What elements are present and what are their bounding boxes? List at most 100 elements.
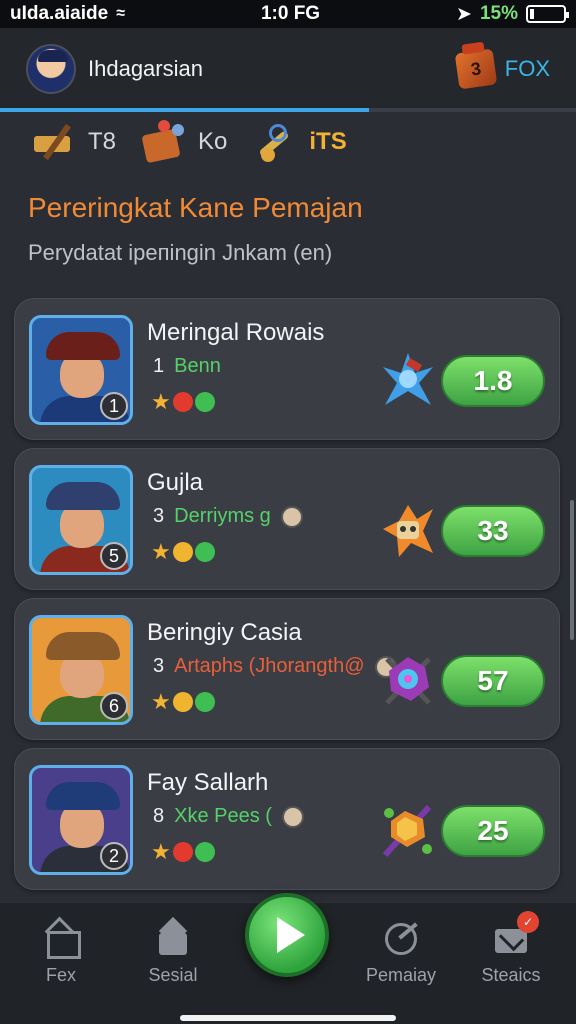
battery-icon — [526, 5, 569, 23]
nav-label: Fex — [45, 965, 76, 985]
player-portrait[interactable]: 2 — [29, 765, 133, 875]
player-stat-text: Artaphs (Jhorangth@ — [174, 655, 365, 677]
gem-row: ★ — [151, 541, 215, 563]
status-bar: uIda.aiaide ≈ 1:0 FG ➤ 15% — [0, 0, 576, 28]
player-stat-line: 3 Derriyms g — [153, 505, 303, 528]
clock-text: 1:0 FG — [260, 3, 321, 24]
player-name: Fay Sallarh — [147, 769, 269, 796]
player-stat-line: 8 Xke Pees ( — [153, 805, 304, 828]
page-subtitle: Perydatat ipeпingin Jnkam (en) — [28, 240, 333, 265]
leaderboard-card[interactable]: 6 Beringiy Casia 3 Artaphs (Jhorangth@ ★ 57 — [14, 598, 560, 740]
tools-icon — [251, 120, 295, 164]
currency-label: FOX — [504, 56, 550, 81]
nav-item-fex[interactable]: Fex — [6, 921, 116, 986]
star-icon: ★ — [151, 689, 171, 714]
emblem-icon — [280, 505, 303, 528]
gem-row: ★ — [151, 691, 215, 713]
loot-box-icon[interactable]: 3 — [454, 48, 498, 90]
player-stat-number: 8 — [153, 805, 165, 827]
star-icon: ★ — [151, 539, 171, 564]
emblem-icon — [281, 805, 304, 828]
nav-item-sesial[interactable]: Sesial — [118, 921, 228, 986]
portrait-hat — [46, 332, 120, 360]
target-icon — [383, 921, 419, 955]
gift-icon — [140, 120, 184, 164]
xp-progress-bar — [0, 108, 576, 112]
player-stat-text: Xke Pees ( — [174, 805, 272, 827]
page-title: Pereringkat Kane Pemajan — [28, 192, 363, 223]
xp-progress-fill — [0, 108, 369, 112]
nav-item-steaics[interactable]: ✓ Steaics — [456, 911, 566, 986]
star-icon: ★ — [151, 839, 171, 864]
gem-green-icon — [194, 842, 215, 862]
score-button[interactable]: 1.8 — [441, 355, 545, 407]
player-portrait[interactable]: 6 — [29, 615, 133, 725]
resource-hammer[interactable]: T8 — [30, 120, 116, 164]
star-icon: ★ — [151, 389, 171, 414]
nav-label: Steaics — [481, 965, 541, 985]
notification-badge: ✓ — [517, 911, 539, 933]
player-stat-line: 3 Artaphs (Jhorangth@ — [153, 655, 397, 678]
mail-icon: ✓ — [493, 911, 539, 955]
rank-badge: 5 — [100, 542, 128, 570]
leaderboard-card[interactable]: 5 Gujla 3 Derriyms g ★ 33 — [14, 448, 560, 590]
carrier-text: uIda.aiaide — [10, 3, 109, 24]
app-header: Ihdagarsian 3 FOX — [0, 28, 576, 110]
leaderboard-card[interactable]: 2 Fay Sallarh 8 Xke Pees (★ 25 — [14, 748, 560, 890]
gem-row: ★ — [151, 841, 215, 863]
portrait-hat — [46, 632, 120, 660]
portrait-hat — [46, 782, 120, 810]
score-button[interactable]: 33 — [441, 505, 545, 557]
gem-green-icon — [194, 692, 215, 712]
weapon-icon — [381, 651, 435, 709]
player-stat-number: 1 — [153, 355, 165, 377]
player-stat-number: 3 — [153, 505, 165, 527]
home-indicator — [180, 1015, 396, 1021]
player-portrait[interactable]: 5 — [29, 465, 133, 575]
hammer-icon — [30, 120, 74, 164]
resource-value: iTS — [309, 128, 347, 155]
gem-gold-icon — [172, 542, 193, 562]
location-icon: ➤ — [456, 3, 472, 25]
house-icon — [155, 921, 191, 955]
gem-red-icon — [172, 392, 193, 412]
resource-tools[interactable]: iTS — [251, 120, 347, 164]
player-stat-number: 3 — [153, 655, 165, 677]
username: Ihdagarsian — [88, 56, 203, 81]
player-name: Meringal Rowais — [147, 319, 325, 346]
player-stat-line: 1 Benn — [153, 355, 221, 378]
play-button[interactable] — [245, 893, 329, 977]
wifi-icon: ≈ — [116, 5, 125, 22]
player-name: Gujla — [147, 469, 204, 496]
rank-badge: 1 — [100, 392, 128, 420]
resource-value: T8 — [88, 128, 117, 155]
gem-red-icon — [172, 842, 193, 862]
weapon-icon — [381, 351, 435, 409]
player-name: Beringiy Casia — [147, 619, 302, 646]
resource-row: T8 Ko iTS — [30, 120, 347, 164]
gem-green-icon — [194, 392, 215, 412]
player-stat-text: Benn — [174, 355, 221, 377]
avatar[interactable] — [26, 44, 76, 94]
gem-gold-icon — [172, 692, 193, 712]
gem-row: ★ — [151, 391, 215, 413]
player-portrait[interactable]: 1 — [29, 315, 133, 425]
rank-badge: 6 — [100, 692, 128, 720]
gem-green-icon — [194, 542, 215, 562]
portrait-hat — [46, 482, 120, 510]
weapon-icon — [381, 801, 435, 859]
resource-gift[interactable]: Ko — [140, 120, 227, 164]
scrollbar[interactable] — [570, 500, 574, 640]
score-button[interactable]: 25 — [441, 805, 545, 857]
weapon-icon — [381, 501, 435, 559]
resource-value: Ko — [198, 128, 228, 155]
battery-percent: 15% — [479, 3, 518, 24]
score-button[interactable]: 57 — [441, 655, 545, 707]
rank-badge: 2 — [100, 842, 128, 870]
leaderboard-list: 1 Meringal Rowais 1 Benn ★ 1.8 5 Gujla 3 Derriyms… — [14, 298, 560, 898]
bottom-nav: Fex Sesial Pemaiay ✓ Steaics — [0, 893, 576, 1024]
nav-label: Sesial — [148, 965, 198, 985]
nav-item-pemaiay[interactable]: Pemaiay — [346, 921, 456, 986]
nav-label: Pemaiay — [365, 965, 437, 985]
leaderboard-card[interactable]: 1 Meringal Rowais 1 Benn ★ 1.8 — [14, 298, 560, 440]
